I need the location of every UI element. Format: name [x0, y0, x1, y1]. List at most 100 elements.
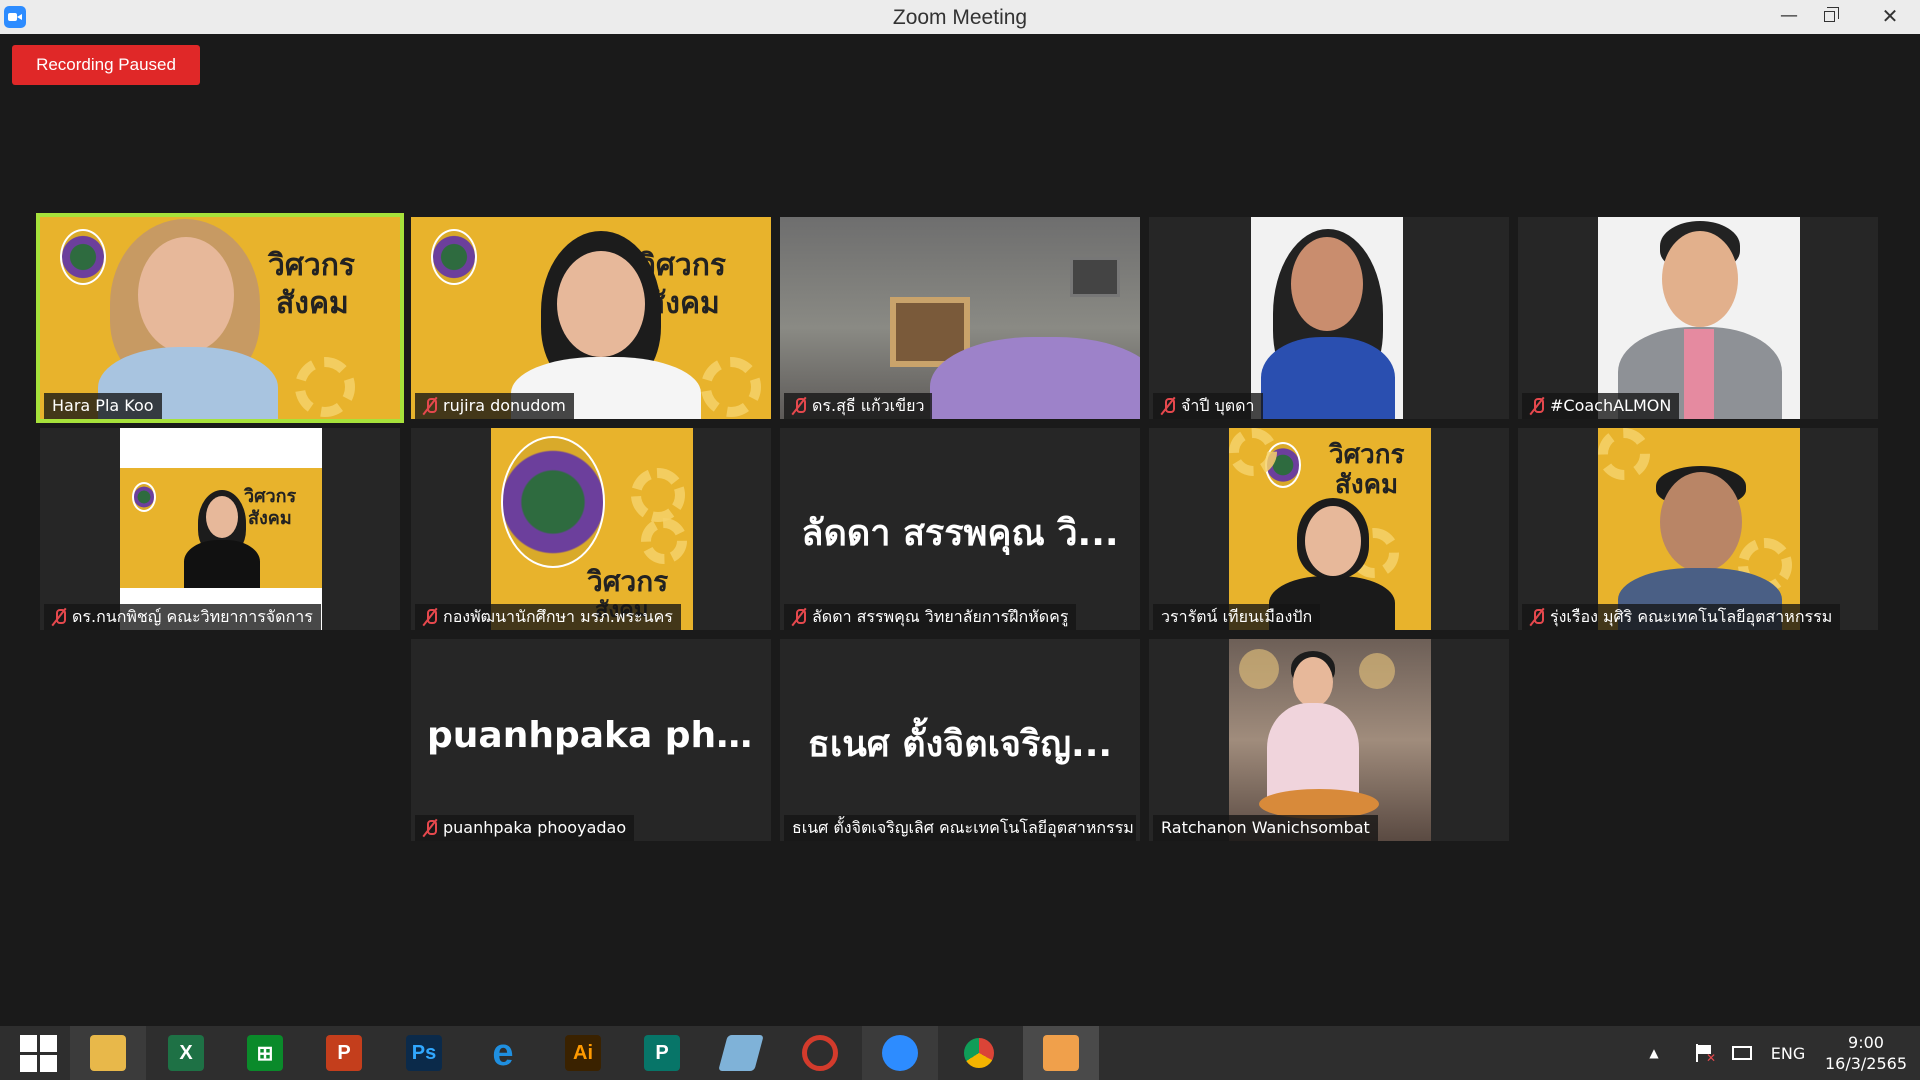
taskbar-app-store[interactable]: ⊞ — [227, 1026, 303, 1080]
taskbar-clock[interactable]: 9:00 16/3/2565 — [1816, 1032, 1916, 1074]
taskbar-app-publisher[interactable]: P — [624, 1026, 700, 1080]
video-tile-ladda[interactable]: ลัดดา สรรพคุณ วิ... ลัดดา สรรพคุณ วิทยาล… — [780, 428, 1140, 630]
network-icon[interactable] — [1724, 1026, 1760, 1080]
participant-name: ธเนศ ตั้งจิตเจริญเลิศ คณะเทคโนโลยีอุตสาห… — [792, 818, 1134, 837]
ceiling-light — [1239, 649, 1279, 689]
chrome-icon — [961, 1035, 997, 1071]
taskbar-app-paint[interactable] — [1023, 1026, 1099, 1080]
brand-text: วิศวกร — [587, 565, 669, 598]
muted-mic-icon — [792, 397, 806, 415]
muted-mic-icon — [423, 397, 437, 415]
taskbar-app-photoshop[interactable]: Ps — [386, 1026, 462, 1080]
store-icon: ⊞ — [247, 1035, 283, 1071]
language-indicator[interactable]: ENG — [1766, 1026, 1810, 1080]
close-button[interactable]: ✕ — [1860, 0, 1920, 34]
muted-mic-icon — [792, 608, 806, 626]
video-tile-thanet[interactable]: ธเนศ ตั้งจิตเจริญ... ธเนศ ตั้งจิตเจริญเล… — [780, 639, 1140, 841]
participant-name: ดร.กนกพิชญ์ คณะวิทยาการจัดการ — [72, 607, 313, 626]
taskbar-app-photoscape[interactable] — [782, 1026, 858, 1080]
participant-video: วิศวกร สังคม — [1229, 428, 1431, 630]
ie-icon: e — [492, 1031, 514, 1074]
participant-name: ดร.สุธี แก้วเขียว — [812, 396, 925, 415]
participant-name-tag: รุ่งเรือง มุศิริ คณะเทคโนโลยีอุตสาหกรรม — [1522, 604, 1841, 630]
photoscape-icon — [802, 1035, 838, 1071]
video-tile-hara-pla-koo[interactable]: วิศวกร สังคม Hara Pla Koo — [36, 213, 404, 423]
participant-name-tag: ดร.สุธี แก้วเขียว — [784, 393, 933, 419]
brand-text: สังคม — [248, 508, 292, 529]
video-tile-vararat[interactable]: วิศวกร สังคม วรารัตน์ เทียนเมืองปัก — [1149, 428, 1509, 630]
minimize-button[interactable]: — — [1768, 0, 1810, 34]
participant-name-tag: กองพัฒนานักศึกษา มรภ.พระนคร — [415, 604, 681, 630]
video-tile-rungruang[interactable]: รุ่งเรือง มุศิริ คณะเทคโนโลยีอุตสาหกรรม — [1518, 428, 1878, 630]
gear-icon — [641, 518, 687, 564]
brand-text: สังคม — [276, 286, 349, 321]
participant-video: วิศวกร สังคม — [491, 428, 693, 630]
participant-display-name: ธเนศ ตั้งจิตเจริญ... — [807, 724, 1113, 765]
participant-name-tag: ธเนศ ตั้งจิตเจริญเลิศ คณะเทคโนโลยีอุตสาห… — [784, 815, 1136, 841]
muted-mic-icon — [52, 608, 66, 626]
participant-video: วิศวกร สังคม — [120, 428, 322, 630]
participant-video — [1598, 428, 1800, 630]
illustrator-icon: Ai — [565, 1035, 601, 1071]
video-tile-champee[interactable]: จำปี บุตดา — [1149, 217, 1509, 419]
video-tile-puanhpaka[interactable]: puanhpaka pho... puanhpaka phooyadao — [411, 639, 771, 841]
video-tile-kanokphit[interactable]: วิศวกร สังคม ดร.กนกพิชญ์ คณะวิทยาการจัดก… — [40, 428, 400, 630]
video-tile-student-affairs[interactable]: วิศวกร สังคม กองพัฒนานักศึกษา มรภ.พระนคร — [411, 428, 771, 630]
publisher-icon: P — [644, 1035, 680, 1071]
window-title: Zoom Meeting — [892, 6, 1028, 29]
participant-video — [1251, 217, 1403, 419]
participant-video — [1229, 639, 1431, 841]
taskbar-app-notepad[interactable] — [703, 1026, 779, 1080]
participant-name-tag: Ratchanon Wanichsombat — [1153, 815, 1378, 841]
video-tile-suthee[interactable]: ดร.สุธี แก้วเขียว — [780, 217, 1140, 419]
windows-taskbar: X ⊞ P Ps e Ai P ▲ ✕ ENG 9:00 16/3/2565 — [0, 1026, 1920, 1080]
participant-video: วิศวกร สังคม — [40, 217, 400, 419]
muted-mic-icon — [1161, 397, 1175, 415]
video-tile-rujira-donudom[interactable]: วิศวกร สังคม rujira donudom — [411, 217, 771, 419]
gear-icon — [701, 357, 761, 417]
participant-name: รุ่งเรือง มุศิริ คณะเทคโนโลยีอุตสาหกรรม — [1550, 607, 1833, 626]
action-center-flag-icon[interactable]: ✕ — [1686, 1026, 1722, 1080]
participant-name-tag: วรารัตน์ เทียนเมืองปัก — [1153, 604, 1321, 630]
participant-name: rujira donudom — [443, 396, 566, 415]
participant-video — [1598, 217, 1800, 419]
participant-name: puanhpaka phooyadao — [443, 818, 627, 837]
folder-icon — [90, 1035, 126, 1071]
taskbar-app-illustrator[interactable]: Ai — [545, 1026, 621, 1080]
muted-mic-icon — [423, 608, 437, 626]
tray-overflow-button[interactable]: ▲ — [1636, 1026, 1672, 1080]
start-button[interactable] — [0, 1026, 76, 1080]
video-tile-ratchanon[interactable]: Ratchanon Wanichsombat — [1149, 639, 1509, 841]
participant-video: วิศวกร สังคม — [411, 217, 771, 419]
participant-name-tag: puanhpaka phooyadao — [415, 815, 635, 841]
brand-text: วิศวกร — [244, 486, 297, 507]
taskbar-app-zoom[interactable] — [862, 1026, 938, 1080]
taskbar-app-powerpoint[interactable]: P — [306, 1026, 382, 1080]
participant-name: วรารัตน์ เทียนเมืองปัก — [1161, 607, 1313, 626]
brand-text: วิศวกร — [268, 248, 356, 283]
gear-icon — [631, 468, 685, 522]
gear-icon — [295, 357, 355, 417]
clock-time: 9:00 — [1848, 1033, 1884, 1052]
video-tile-coachalmon[interactable]: #CoachALMON — [1518, 217, 1878, 419]
muted-mic-icon — [1530, 608, 1544, 626]
participant-name-tag: Hara Pla Koo — [44, 393, 162, 419]
participant-name: Ratchanon Wanichsombat — [1161, 818, 1370, 837]
taskbar-app-internet-explorer[interactable]: e — [465, 1026, 541, 1080]
participant-name-tag: rujira donudom — [415, 393, 574, 419]
taskbar-app-chrome[interactable] — [941, 1026, 1017, 1080]
windows-logo-icon — [19, 1034, 57, 1072]
recording-paused-badge[interactable]: Recording Paused — [12, 45, 200, 85]
ceiling-light — [1359, 653, 1395, 689]
excel-icon: X — [168, 1035, 204, 1071]
participant-name-tag: จำปี บุตดา — [1153, 393, 1263, 419]
title-bar: Zoom Meeting — ✕ — [0, 0, 1920, 34]
gear-icon — [1598, 428, 1650, 480]
gear-icon — [1229, 428, 1277, 476]
zoom-app-icon — [4, 6, 26, 28]
taskbar-app-excel[interactable]: X — [148, 1026, 224, 1080]
participant-name: กองพัฒนานักศึกษา มรภ.พระนคร — [443, 607, 673, 626]
taskbar-app-file-explorer[interactable] — [70, 1026, 146, 1080]
maximize-button[interactable] — [1808, 0, 1850, 34]
brand-text: สังคม — [1335, 470, 1399, 500]
